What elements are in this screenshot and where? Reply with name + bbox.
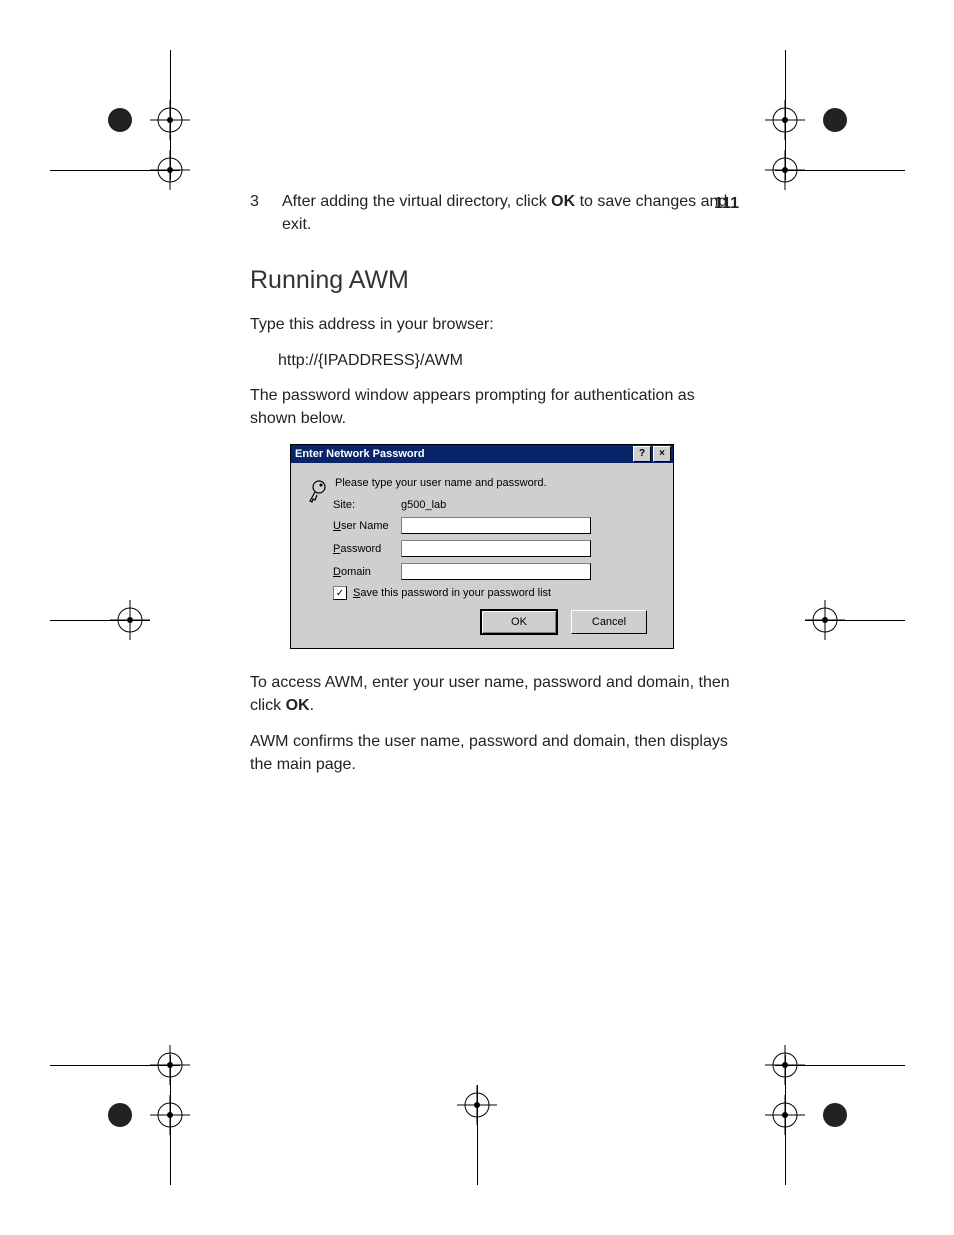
document-page: 111 3 After adding the virtual directory… — [0, 0, 954, 1235]
site-value: g500_lab — [401, 499, 655, 511]
crop-line — [477, 1085, 478, 1185]
crop-line — [50, 1065, 180, 1066]
step-item: 3 After adding the virtual directory, cl… — [250, 190, 740, 236]
ok-button[interactable]: OK — [481, 610, 557, 634]
dialog-titlebar: Enter Network Password ? × — [291, 445, 673, 463]
crop-line — [785, 1055, 786, 1185]
username-label: User Name — [333, 520, 401, 532]
crop-line — [775, 1065, 905, 1066]
save-password-label: Save this password in your password list — [353, 587, 551, 599]
username-input[interactable] — [401, 517, 591, 534]
page-content: 3 After adding the virtual directory, cl… — [250, 190, 740, 788]
step-text: After adding the virtual directory, clic… — [282, 190, 740, 236]
crop-line — [50, 620, 150, 621]
crop-ball-icon — [815, 100, 855, 140]
step-text-pre: After adding the virtual directory, clic… — [282, 193, 551, 210]
crop-ball-icon — [815, 1095, 855, 1135]
crop-line — [50, 170, 180, 171]
network-password-dialog: Enter Network Password ? × Please type y… — [290, 444, 674, 649]
crop-line — [805, 620, 905, 621]
domain-input[interactable] — [401, 563, 591, 580]
crop-line — [785, 50, 786, 180]
crop-ball-icon — [100, 1095, 140, 1135]
paragraph-access: To access AWM, enter your user name, pas… — [250, 671, 740, 717]
dialog-button-row: OK Cancel — [303, 610, 647, 634]
key-icon — [303, 477, 333, 512]
step-bold: OK — [551, 193, 575, 210]
save-password-checkbox[interactable]: ✓ — [333, 586, 347, 600]
paragraph-intro: Type this address in your browser: — [250, 313, 740, 336]
dialog-prompt: Please type your user name and password. — [335, 477, 655, 489]
help-button[interactable]: ? — [633, 446, 651, 462]
close-button[interactable]: × — [653, 446, 671, 462]
crop-line — [170, 50, 171, 180]
site-label: Site: — [333, 499, 401, 511]
paragraph-confirm: AWM confirms the user name, password and… — [250, 730, 740, 776]
cancel-button[interactable]: Cancel — [571, 610, 647, 634]
paragraph-auth: The password window appears prompting fo… — [250, 384, 740, 430]
url-line: http://{IPADDRESS}/AWM — [278, 349, 740, 372]
dialog-body: Please type your user name and password.… — [291, 463, 673, 648]
dialog-title: Enter Network Password — [295, 448, 631, 460]
domain-label: Domain — [333, 566, 401, 578]
dialog-screenshot: Enter Network Password ? × Please type y… — [290, 444, 740, 649]
save-password-row[interactable]: ✓ Save this password in your password li… — [333, 586, 655, 600]
crop-line — [170, 1055, 171, 1185]
section-heading: Running AWM — [250, 266, 740, 295]
password-label: Password — [333, 543, 401, 555]
password-input[interactable] — [401, 540, 591, 557]
crop-ball-icon — [100, 100, 140, 140]
crop-line — [775, 170, 905, 171]
step-number: 3 — [250, 190, 260, 236]
dialog-fields: Please type your user name and password.… — [333, 477, 655, 600]
